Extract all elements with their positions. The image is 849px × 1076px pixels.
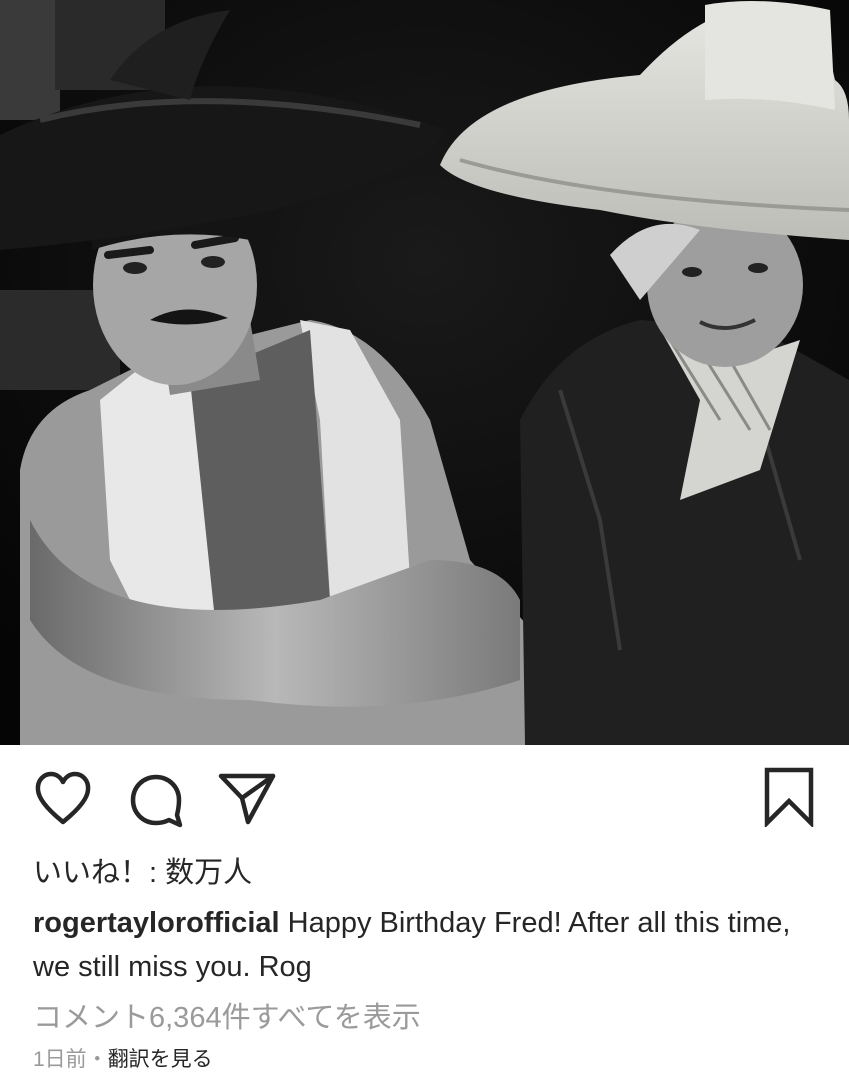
- meta-separator: ・: [86, 1048, 108, 1071]
- comment-bubble-icon: [130, 774, 183, 828]
- action-bar: [0, 745, 849, 855]
- post-meta: 1日前・翻訳を見る: [33, 1045, 213, 1075]
- post-caption: rogertaylorofficial Happy Birthday Fred!…: [33, 901, 823, 989]
- instagram-post: いいね！: 数万人 rogertaylorofficial Happy Birt…: [0, 0, 849, 1076]
- post-photo[interactable]: [0, 0, 849, 745]
- like-button[interactable]: [33, 770, 93, 828]
- bookmark-outline-icon: [764, 767, 814, 827]
- caption-username[interactable]: rogertaylorofficial: [33, 907, 280, 939]
- paper-plane-icon: [218, 773, 276, 825]
- see-translation-link[interactable]: 翻訳を見る: [108, 1048, 213, 1071]
- share-button[interactable]: [218, 772, 276, 826]
- likes-count[interactable]: いいね！: 数万人: [33, 855, 252, 891]
- save-button[interactable]: [763, 767, 815, 827]
- post-timestamp: 1日前: [33, 1048, 87, 1071]
- view-all-comments-link[interactable]: コメント6,364件すべてを表示: [33, 998, 421, 1038]
- heart-outline-icon: [35, 771, 91, 825]
- comment-button[interactable]: [128, 772, 184, 828]
